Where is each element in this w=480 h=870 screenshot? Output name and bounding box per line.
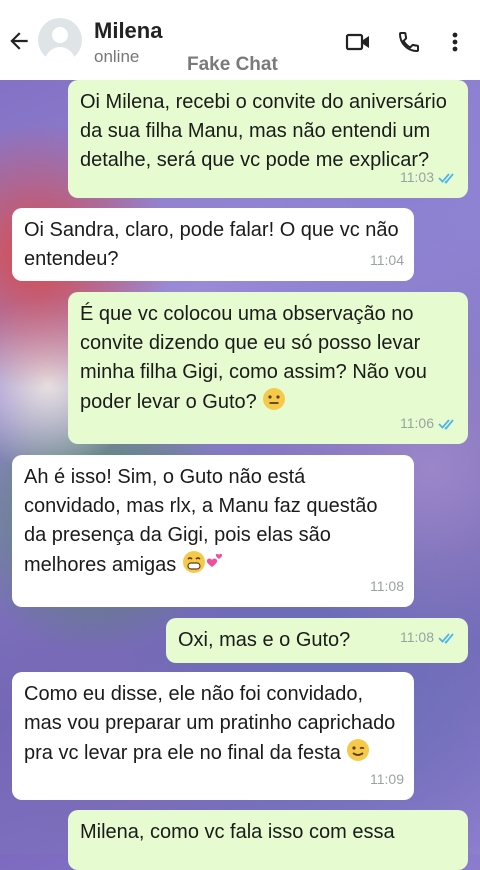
message-text: Oi Sandra, claro, pode falar! O que vc n… (24, 219, 399, 270)
message-meta: 11:09 (370, 765, 404, 794)
message-meta: 11:04 (370, 246, 404, 275)
read-ticks-icon (438, 418, 454, 430)
wink-emoji (347, 739, 370, 761)
message-meta: 11:08 (400, 623, 458, 652)
back-arrow-icon[interactable] (6, 28, 32, 54)
message-text: Como eu disse, ele não foi convidado, ma… (24, 683, 396, 764)
phone-call-icon[interactable] (396, 30, 422, 54)
chat-header: Milena online Fake Chat (0, 0, 480, 80)
message-meta: 11:06 (400, 409, 458, 438)
more-options-icon[interactable] (445, 30, 465, 54)
read-ticks-icon (438, 632, 454, 644)
avatar[interactable] (38, 18, 82, 62)
message-time: 11:04 (370, 252, 404, 268)
message-text: Oxi, mas e o Guto? (178, 629, 351, 651)
message-outgoing[interactable]: Oxi, mas e o Guto? 11:08 (166, 618, 468, 663)
message-meta: 11:03 (400, 163, 458, 192)
message-time: 11:08 (370, 578, 404, 594)
message-text: Oi Milena, recebi o convite do aniversár… (80, 91, 447, 171)
message-incoming[interactable]: Como eu disse, ele não foi convidado, ma… (12, 672, 414, 800)
contact-status: online (94, 47, 140, 66)
contact-name[interactable]: Milena (94, 18, 162, 44)
message-outgoing[interactable]: Oi Milena, recebi o convite do aniversár… (68, 80, 468, 198)
message-time: 11:09 (370, 771, 404, 787)
message-text: É que vc colocou uma observação no convi… (80, 303, 427, 413)
message-incoming[interactable]: Ah é isso! Sim, o Guto não está convidad… (12, 455, 414, 607)
neutral-face-emoji (263, 388, 286, 410)
message-meta: 11:08 (370, 572, 404, 601)
message-time: 11:06 (400, 415, 434, 431)
grin-hearts-emoji (182, 551, 223, 573)
message-outgoing[interactable]: É que vc colocou uma observação no convi… (68, 292, 468, 444)
message-text: Milena, como vc fala isso com essa (80, 821, 395, 843)
read-ticks-icon (438, 172, 454, 184)
video-call-icon[interactable] (345, 30, 371, 54)
message-incoming[interactable]: Oi Sandra, claro, pode falar! O que vc n… (12, 208, 414, 281)
message-outgoing[interactable]: Milena, como vc fala isso com essa (68, 810, 468, 870)
watermark-text: Fake Chat (187, 54, 278, 75)
message-time: 11:08 (400, 629, 434, 645)
message-time: 11:03 (400, 169, 434, 185)
